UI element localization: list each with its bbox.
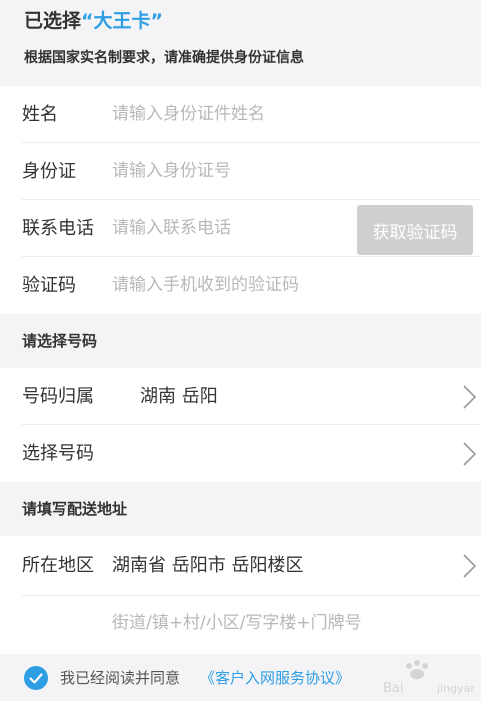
baidu-jingyan-watermark: Bai jingyan	[383, 660, 475, 696]
region-row[interactable]: 号码归属 湖南 岳阳	[0, 368, 481, 425]
svg-text:Bai: Bai	[383, 681, 404, 696]
address-section-header: 请填写配送地址	[0, 482, 481, 536]
svg-text:jingyan: jingyan	[436, 682, 475, 695]
phone-row: 联系电话 获取验证码	[0, 200, 481, 257]
name-input[interactable]	[112, 86, 347, 143]
address-section-title: 请填写配送地址	[22, 500, 128, 518]
agreement-link[interactable]: 《客户入网服务协议》	[200, 667, 350, 688]
choose-number-label: 选择号码	[22, 443, 94, 464]
address-detail-input[interactable]: 街道/镇+村/小区/写字楼+门牌号	[112, 596, 362, 650]
address-section: 所在地区 湖南省 岳阳市 岳阳楼区 街道/镇+村/小区/写字楼+门牌号	[0, 536, 481, 654]
phone-input[interactable]	[112, 200, 342, 257]
selected-prefix: 已选择	[24, 10, 82, 32]
phone-label: 联系电话	[22, 218, 94, 239]
region-label: 号码归属	[22, 386, 94, 407]
selected-card-title: 已选择“大王卡”	[24, 6, 163, 33]
chevron-right-icon	[463, 442, 477, 466]
agreement-text: 我已经阅读并同意	[60, 669, 181, 687]
region-value: 湖南 岳阳	[140, 386, 218, 407]
get-code-button[interactable]: 获取验证码	[357, 205, 473, 255]
area-value: 湖南省 岳阳市 岳阳楼区	[112, 555, 304, 576]
id-row: 身份证	[0, 143, 481, 200]
number-section: 号码归属 湖南 岳阳 选择号码	[0, 368, 481, 482]
address-detail-row[interactable]: 街道/镇+村/小区/写字楼+门牌号	[0, 596, 481, 654]
id-label: 身份证	[22, 161, 76, 182]
name-label: 姓名	[22, 104, 58, 125]
id-number-input[interactable]	[112, 143, 347, 200]
realname-notice: 根据国家实名制要求，请准确提供身份证信息	[24, 50, 304, 66]
chevron-right-icon	[463, 554, 477, 578]
number-section-header: 请选择号码	[0, 314, 481, 368]
name-row: 姓名	[0, 86, 481, 143]
identity-section: 姓名 身份证 联系电话 获取验证码 验证码	[0, 86, 481, 314]
check-circle-icon[interactable]	[24, 666, 48, 690]
area-row[interactable]: 所在地区 湖南省 岳阳市 岳阳楼区	[0, 536, 481, 596]
area-label: 所在地区	[22, 555, 94, 576]
chevron-right-icon	[463, 385, 477, 409]
code-label: 验证码	[22, 275, 76, 296]
choose-number-row[interactable]: 选择号码	[0, 425, 481, 482]
agreement-bar: 我已经阅读并同意 《客户入网服务协议》 Bai jingyan	[0, 654, 481, 701]
code-row: 验证码	[0, 257, 481, 314]
selected-card-name: “大王卡”	[81, 10, 163, 32]
page-header: 已选择“大王卡” 根据国家实名制要求，请准确提供身份证信息	[0, 0, 481, 86]
number-section-title: 请选择号码	[22, 332, 98, 350]
verification-code-input[interactable]	[112, 257, 412, 314]
